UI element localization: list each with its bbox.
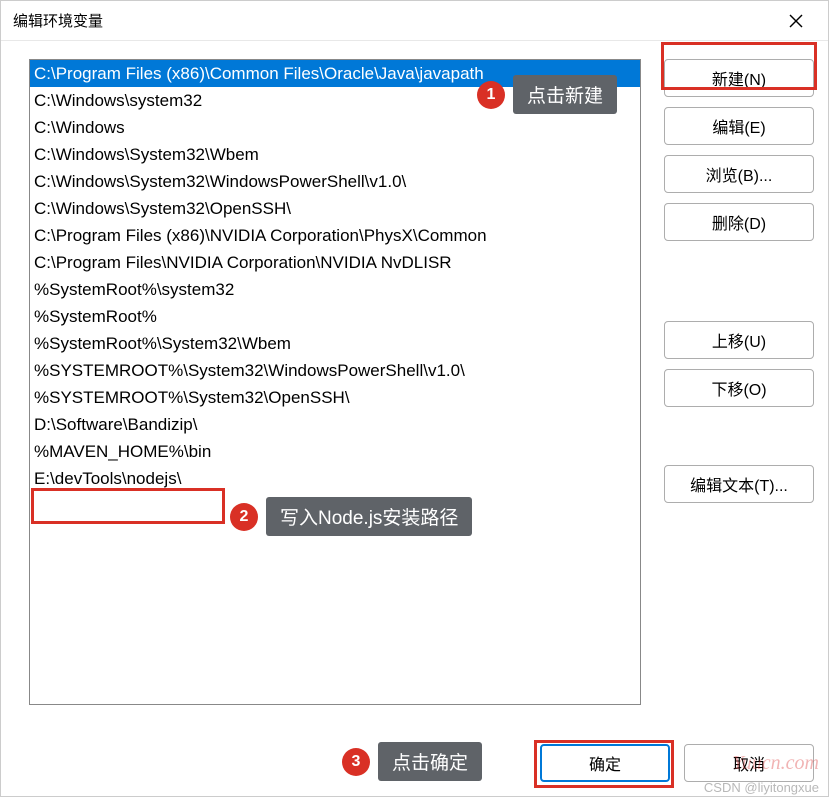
- delete-button[interactable]: 删除(D): [664, 203, 814, 241]
- list-item[interactable]: C:\Program Files\NVIDIA Corporation\NVID…: [30, 249, 640, 276]
- step-tooltip: 点击确定: [378, 742, 482, 781]
- list-item[interactable]: E:\devTools\nodejs\: [30, 465, 640, 492]
- close-icon: [789, 14, 803, 28]
- step-number-badge: 1: [477, 81, 505, 109]
- list-item[interactable]: D:\Software\Bandizip\: [30, 411, 640, 438]
- cancel-button[interactable]: 取消: [684, 744, 814, 782]
- ok-button[interactable]: 确定: [540, 744, 670, 782]
- listbox-wrap: C:\Program Files (x86)\Common Files\Orac…: [29, 59, 648, 724]
- annotation-step1: 1 点击新建: [477, 75, 617, 114]
- move-up-button[interactable]: 上移(U): [664, 321, 814, 359]
- list-item[interactable]: %SystemRoot%\System32\Wbem: [30, 330, 640, 357]
- new-button[interactable]: 新建(N): [664, 59, 814, 97]
- list-item[interactable]: C:\Windows: [30, 114, 640, 141]
- list-item[interactable]: %SystemRoot%: [30, 303, 640, 330]
- move-down-button[interactable]: 下移(O): [664, 369, 814, 407]
- dialog-title: 编辑环境变量: [13, 10, 776, 31]
- path-listbox[interactable]: C:\Program Files (x86)\Common Files\Orac…: [29, 59, 641, 705]
- list-item[interactable]: %SYSTEMROOT%\System32\WindowsPowerShell\…: [30, 357, 640, 384]
- list-item[interactable]: C:\Windows\System32\Wbem: [30, 141, 640, 168]
- step-tooltip: 写入Node.js安装路径: [266, 497, 472, 536]
- list-item[interactable]: %SystemRoot%\system32: [30, 276, 640, 303]
- browse-button[interactable]: 浏览(B)...: [664, 155, 814, 193]
- list-item[interactable]: C:\Windows\System32\OpenSSH\: [30, 195, 640, 222]
- side-buttons: 新建(N) 编辑(E) 浏览(B)... 删除(D) 上移(U) 下移(O) 编…: [664, 59, 814, 724]
- list-item[interactable]: C:\Windows\System32\WindowsPowerShell\v1…: [30, 168, 640, 195]
- spacer: [664, 417, 814, 455]
- list-item[interactable]: %MAVEN_HOME%\bin: [30, 438, 640, 465]
- annotation-step3: 3 点击确定: [342, 742, 482, 781]
- titlebar: 编辑环境变量: [1, 1, 828, 41]
- env-variable-dialog: 编辑环境变量 C:\Program Files (x86)\Common Fil…: [0, 0, 829, 797]
- list-item[interactable]: %SYSTEMROOT%\System32\OpenSSH\: [30, 384, 640, 411]
- annotation-step2: 2 写入Node.js安装路径: [230, 497, 472, 536]
- spacer: [664, 251, 814, 311]
- close-button[interactable]: [776, 1, 816, 41]
- list-item[interactable]: C:\Program Files (x86)\NVIDIA Corporatio…: [30, 222, 640, 249]
- content-area: C:\Program Files (x86)\Common Files\Orac…: [1, 41, 828, 734]
- step-number-badge: 2: [230, 503, 258, 531]
- edit-button[interactable]: 编辑(E): [664, 107, 814, 145]
- edit-text-button[interactable]: 编辑文本(T)...: [664, 465, 814, 503]
- step-tooltip: 点击新建: [513, 75, 617, 114]
- step-number-badge: 3: [342, 748, 370, 776]
